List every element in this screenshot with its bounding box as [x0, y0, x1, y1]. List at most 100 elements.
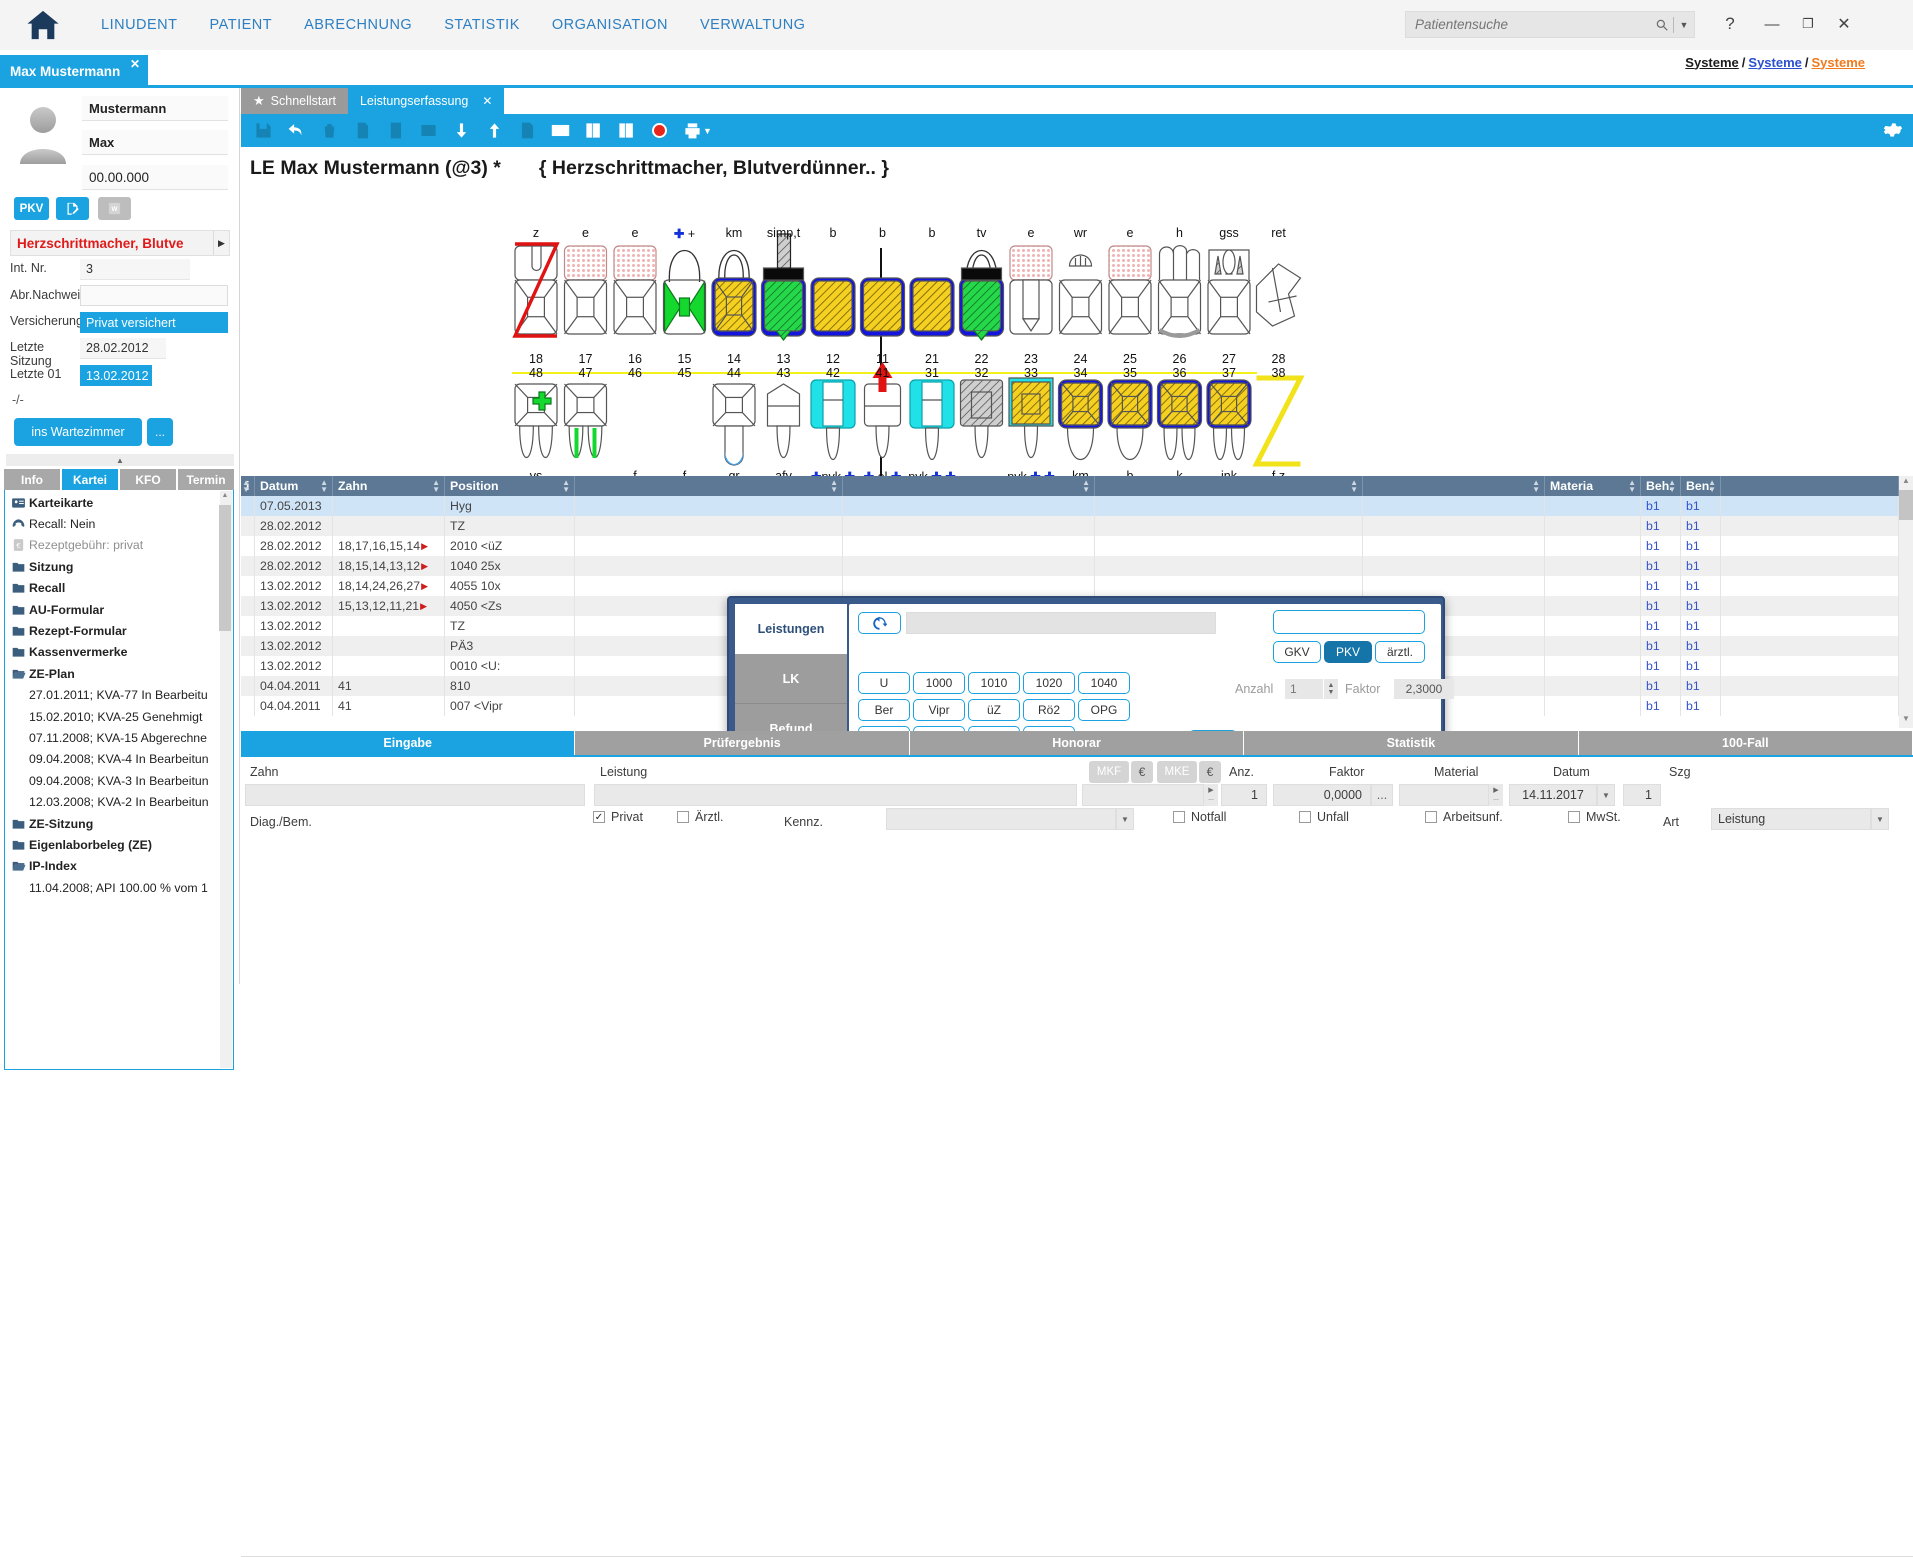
tree-item[interactable]: ZE-Sitzung	[7, 813, 219, 834]
tree-item[interactable]: 12.03.2008; KVA-2 In Bearbeitun	[7, 791, 219, 812]
scrollbar-thumb[interactable]	[1899, 490, 1913, 520]
tooth-number-lower[interactable]: 48	[512, 366, 560, 380]
sort-icon[interactable]: ▲ ▼	[1082, 479, 1090, 494]
checkbox-privat[interactable]: ✓ Privat	[593, 810, 643, 824]
book-f-icon[interactable]	[610, 114, 643, 147]
leistung-input[interactable]	[594, 784, 1077, 806]
sort-icon[interactable]: ▲ ▼	[830, 479, 838, 494]
tooth-number-lower[interactable]: 45	[661, 366, 709, 380]
tooth-number-lower[interactable]: 47	[562, 366, 610, 380]
table-column-header[interactable]: Ben. ▲ ▼	[1681, 476, 1721, 496]
close-button[interactable]: ✕	[1831, 11, 1857, 37]
minimize-button[interactable]: —	[1759, 11, 1785, 37]
patient-lastname-field[interactable]: Mustermann	[82, 96, 228, 121]
tree-item[interactable]: Recall	[7, 578, 219, 599]
tree-item[interactable]: Kassenvermerke	[7, 642, 219, 663]
value-letzte-sitzung[interactable]: 28.02.2012	[80, 338, 166, 359]
nav-item-organisation[interactable]: ORGANISATION	[536, 17, 684, 33]
sort-icon[interactable]: ▲ ▼	[1668, 479, 1676, 494]
expand-arrow-icon[interactable]: ▶	[421, 561, 428, 572]
table-column-header[interactable]: Zahn ▲ ▼	[333, 476, 445, 496]
table-row[interactable]: 28.02.2012 TZ b1 b1	[241, 516, 1899, 536]
anzahl-stepper[interactable]: ▲ ▼	[1324, 679, 1338, 699]
material-more-button[interactable]: ▶...	[1489, 784, 1503, 806]
sort-icon[interactable]: ▲ ▼	[432, 479, 440, 494]
aerztl-toggle[interactable]: ärztl.	[1375, 641, 1425, 663]
patient-tab[interactable]: Max Mustermann ✕	[0, 55, 148, 87]
tooth-number-lower[interactable]: 44	[710, 366, 758, 380]
tooth-finding-label-upper[interactable]: ret	[1255, 226, 1303, 240]
tooth-number-upper[interactable]: 25	[1106, 352, 1154, 366]
tooth-finding-label-upper[interactable]: b	[908, 226, 956, 240]
chevron-right-icon[interactable]: ▶	[213, 231, 229, 255]
tooth-finding-label-upper[interactable]: e	[1106, 226, 1154, 240]
book-e-icon[interactable]	[577, 114, 610, 147]
tooth-number-upper[interactable]: 21	[908, 352, 956, 366]
tree-item[interactable]: 09.04.2008; KVA-3 In Bearbeitun	[7, 770, 219, 791]
tree-item[interactable]: 07.11.2008; KVA-15 Abgerechne	[7, 727, 219, 748]
checkbox-mwst[interactable]: MwSt.	[1568, 810, 1621, 824]
nav-item-verwaltung[interactable]: VERWALTUNG	[684, 17, 821, 33]
popup-code-button[interactable]: Vipr	[913, 699, 965, 721]
chevron-down-icon[interactable]: ▼	[1674, 20, 1694, 30]
table-column-header[interactable]: Materia ▲ ▼	[1545, 476, 1641, 496]
waiting-room-button[interactable]: ins Wartezimmer	[14, 418, 142, 446]
close-icon[interactable]: ✕	[482, 94, 492, 108]
table-row[interactable]: 28.02.2012 18,15,14,13,12 ▶ 1040 25x b1 b1	[241, 556, 1899, 576]
maximize-button[interactable]: ❐	[1795, 11, 1821, 37]
tree-item[interactable]: 15.02.2010; KVA-25 Genehmigt	[7, 706, 219, 727]
tooth-number-upper[interactable]: 26	[1156, 352, 1204, 366]
medical-alert-box[interactable]: Herzschrittmacher, Blutve ▶	[10, 230, 230, 256]
pkv-chip[interactable]: PKV	[14, 197, 49, 220]
sort-icon[interactable]: ▲ ▼	[1628, 479, 1636, 494]
tooth-finding-label-upper[interactable]: wr	[1057, 226, 1105, 240]
breadcrumb-item-1[interactable]: Systeme	[1685, 55, 1738, 70]
tree-item[interactable]: Rezept-Formular	[7, 620, 219, 641]
anz-input[interactable]: 1	[1221, 784, 1267, 806]
nav-item-linudent[interactable]: LINUDENT	[85, 17, 194, 33]
checkbox-aerztl[interactable]: Ärztl.	[677, 810, 723, 824]
popup-code-button[interactable]: üZ	[968, 699, 1020, 721]
datum-input[interactable]: 14.11.2017	[1509, 784, 1597, 806]
report-icon[interactable]	[511, 114, 544, 147]
popup-category-leistungen[interactable]: Leistungen	[735, 604, 847, 654]
home-icon[interactable]	[0, 0, 85, 50]
tooth-number-upper[interactable]: 16	[611, 352, 659, 366]
refresh-icon[interactable]	[858, 612, 901, 634]
pkv-toggle[interactable]: PKV	[1324, 641, 1372, 663]
table-column-header[interactable]: ▲ ▼	[843, 476, 1095, 496]
tooth-number-upper[interactable]: 15	[661, 352, 709, 366]
bottom-tab-pruefergebnis[interactable]: Prüfergebnis	[575, 731, 910, 755]
patient-birthdate-field[interactable]: 00.00.000	[82, 165, 228, 190]
tooth-number-lower[interactable]: 36	[1156, 366, 1204, 380]
sidebar-tab-kfo[interactable]: KFO	[120, 469, 176, 490]
collapse-handle[interactable]: ▲	[6, 454, 234, 466]
table-column-header[interactable]: Position ▲ ▼	[445, 476, 575, 496]
popup-code-button[interactable]: 1000	[913, 672, 965, 694]
zahn-input[interactable]	[245, 784, 585, 806]
value-letzte-01[interactable]: 13.02.2012	[80, 365, 152, 386]
undo-icon[interactable]	[280, 114, 313, 147]
keyboard-icon[interactable]	[544, 114, 577, 147]
bottom-tab-eingabe[interactable]: Eingabe	[241, 731, 576, 755]
tree-item[interactable]: 11.04.2008; API 100.00 % vom 1	[7, 877, 219, 898]
preis-input[interactable]	[1082, 784, 1204, 806]
tree-item[interactable]: 09.04.2008; KVA-4 In Bearbeitun	[7, 749, 219, 770]
sidebar-tab-kartei[interactable]: Kartei	[62, 469, 118, 490]
tooth-number-lower[interactable]: 42	[809, 366, 857, 380]
tooth-number-upper[interactable]: 22	[958, 352, 1006, 366]
chevron-down-icon[interactable]: ▼	[703, 126, 712, 136]
table-column-header[interactable]: ▲ ▼	[1095, 476, 1363, 496]
expand-arrow-icon[interactable]: ▶	[421, 581, 428, 592]
scroll-down-icon[interactable]: ▼	[1899, 714, 1913, 728]
tooth-number-upper[interactable]: 24	[1057, 352, 1105, 366]
tooth-number-lower[interactable]: 33	[1007, 366, 1055, 380]
arrow-up-icon[interactable]	[478, 114, 511, 147]
table-column-header[interactable]: Beh. ▲ ▼	[1641, 476, 1681, 496]
arrow-down-icon[interactable]	[445, 114, 478, 147]
gear-icon[interactable]	[1881, 118, 1905, 142]
tree-scrollbar[interactable]: ▲	[219, 491, 232, 1068]
table-column-header[interactable]: ▲ ▼	[575, 476, 843, 496]
tooth-finding-label-upper[interactable]: ✚ +	[661, 226, 709, 241]
search-icon[interactable]	[1651, 18, 1673, 32]
